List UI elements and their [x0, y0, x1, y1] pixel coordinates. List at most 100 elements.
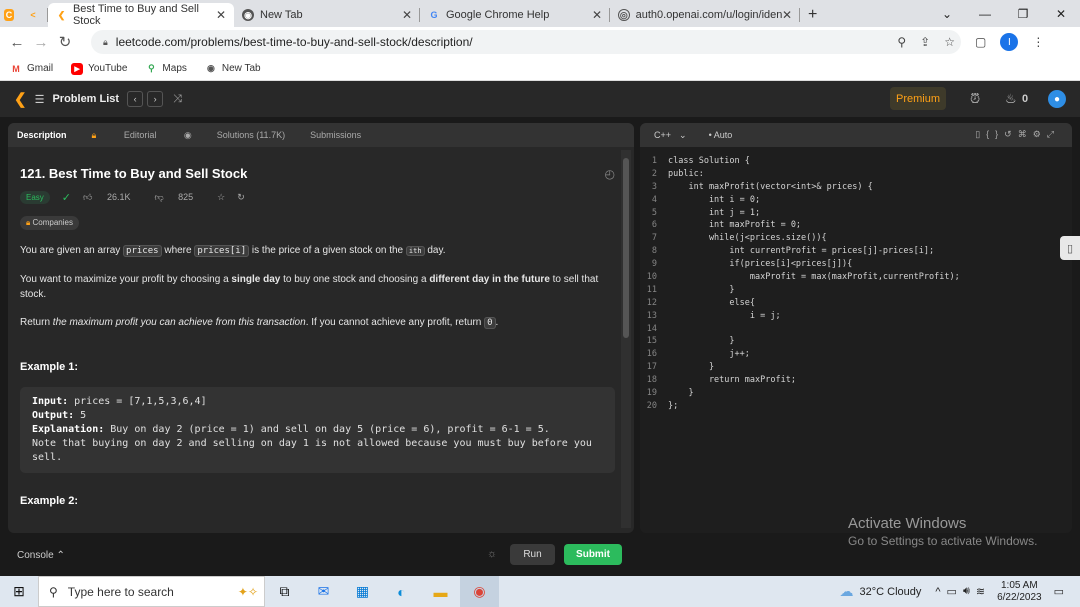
problem-list-link[interactable]: Problem List [52, 93, 119, 105]
code-line[interactable]: 17 } [640, 361, 1072, 374]
bookmark-icon[interactable]: ▯ [975, 129, 986, 139]
share-icon[interactable]: ↻ [237, 192, 245, 203]
minimize-icon[interactable]: — [966, 7, 1004, 21]
tab-new-tab[interactable]: ◉ New Tab ✕ [234, 3, 420, 27]
mail-icon[interactable]: ✉ [304, 583, 343, 600]
code-line[interactable]: 6 int maxProfit = 0; [640, 219, 1072, 232]
timer-icon[interactable]: ◴ [605, 167, 615, 181]
store-icon[interactable]: ▦ [343, 583, 382, 600]
tab-search-icon[interactable]: ⌄ [928, 7, 966, 21]
bookmark-youtube[interactable]: ▶ YouTube [71, 62, 127, 75]
restore-icon[interactable]: ❐ [1004, 7, 1042, 21]
code-line[interactable]: 10 maxProfit = max(maxProfit,currentProf… [640, 271, 1072, 284]
scroll-thumb[interactable] [623, 158, 629, 338]
code-line[interactable]: 8 int currentProfit = prices[j]-prices[i… [640, 245, 1072, 258]
back-icon[interactable]: ← [5, 34, 29, 51]
tab-description[interactable]: Description [17, 130, 67, 140]
user-avatar[interactable]: ● [1048, 90, 1066, 108]
edge-icon[interactable]: ◐ [382, 584, 421, 600]
run-button[interactable]: Run [510, 544, 555, 565]
code-line[interactable]: 13 i = j; [640, 310, 1072, 323]
windows-start-icon[interactable]: ⊞ [0, 583, 38, 600]
wifi-icon[interactable]: ≋ [976, 585, 985, 598]
console-toggle[interactable]: Console ⌃ [17, 550, 65, 561]
submit-button[interactable]: Submit [564, 544, 622, 565]
weather-text[interactable]: 32°C Cloudy [859, 586, 921, 598]
close-window-icon[interactable]: ✕ [1042, 7, 1080, 21]
code-line[interactable]: 20}; [640, 400, 1072, 413]
code-line[interactable]: 18 return maxProfit; [640, 374, 1072, 387]
code-line[interactable]: 2 public: [640, 168, 1072, 181]
code-line[interactable]: 9 if(prices[i]<prices[j]){ [640, 258, 1072, 271]
cloud-icon[interactable]: ☼ [487, 548, 497, 560]
close-icon[interactable]: ✕ [782, 8, 792, 22]
profile-avatar[interactable]: I [1000, 33, 1019, 51]
code-text: return maxProfit; [668, 375, 796, 386]
url-field[interactable]: 🔒︎ leetcode.com/problems/best-time-to-bu… [91, 30, 961, 54]
reset-icon[interactable]: ↺ [1004, 129, 1018, 139]
tab-chrome-help[interactable]: G Google Chrome Help ✕ [420, 3, 610, 27]
code-line[interactable]: 11 } [640, 284, 1072, 297]
code-editor[interactable]: 1 class Solution {2 public: 3 int maxProfit… [640, 155, 1072, 413]
code-line[interactable]: 3 int maxProfit(vector<int>& prices) { [640, 181, 1072, 194]
language-select[interactable]: C++ [654, 130, 671, 140]
file-side-button[interactable]: ▯ [1060, 236, 1080, 260]
battery-icon[interactable]: ▭ [947, 585, 957, 598]
file-explorer-icon[interactable]: ▬ [421, 584, 460, 600]
shortcut-icon[interactable]: ⌘ [1018, 129, 1033, 139]
code-line[interactable]: 12 else{ [640, 297, 1072, 310]
tab-back-pinned[interactable]: < [24, 3, 48, 27]
shuffle-icon[interactable]: ⤨ [173, 93, 182, 106]
chevron-up-icon[interactable]: ^ [935, 586, 940, 598]
zoom-icon[interactable]: ⚲ [897, 35, 906, 49]
code-line[interactable]: 4 int i = 0; [640, 194, 1072, 207]
taskbar-search[interactable]: ⚲ Type here to search ✦✧ [38, 576, 265, 607]
star-icon[interactable]: ☆ [944, 35, 955, 49]
forward-icon[interactable]: → [29, 34, 53, 51]
notifications-icon[interactable]: ▭ [1054, 585, 1064, 598]
dislike-button[interactable]: 👎︎ 825 [154, 192, 205, 203]
clock[interactable]: 1:05 AM 6/22/2023 [997, 580, 1042, 604]
code-line[interactable]: 16 j++; [640, 348, 1072, 361]
settings-icon[interactable]: ⚙ [1033, 129, 1047, 139]
close-icon[interactable]: ✕ [402, 8, 412, 22]
code-line[interactable]: 15 } [640, 335, 1072, 348]
share-icon[interactable]: ⇪ [920, 35, 930, 49]
volume-icon[interactable]: 🔊︎ [963, 585, 970, 598]
auto-mode[interactable]: • Auto [709, 130, 733, 140]
braces-icon[interactable]: {} [986, 129, 1004, 139]
tab-solutions[interactable]: Solutions (11.7K) [217, 130, 285, 140]
tab-submissions[interactable]: Submissions [310, 130, 361, 140]
task-view-icon[interactable]: ⧉ [265, 583, 304, 600]
premium-button[interactable]: Premium [890, 87, 946, 110]
tab-auth0[interactable]: ◎ auth0.openai.com/u/login/identi ✕ [610, 3, 800, 27]
code-line[interactable]: 14 [640, 323, 1072, 336]
code-line[interactable]: 19 } [640, 387, 1072, 400]
like-button[interactable]: 👍︎ 26.1K [83, 192, 142, 203]
bookmark-new-tab[interactable]: ◉ New Tab [205, 63, 261, 75]
close-icon[interactable]: ✕ [592, 8, 602, 22]
chrome-taskbar-icon[interactable]: ◉ [460, 576, 499, 607]
close-icon[interactable]: ✕ [216, 8, 226, 22]
scrollbar[interactable] [621, 150, 631, 528]
companies-tag[interactable]: 🔒︎ Companies [20, 216, 79, 230]
code-line[interactable]: 7 while(j<prices.size()){ [640, 232, 1072, 245]
tab-editorial[interactable]: 🔒︎ Editorial ◉ [92, 130, 192, 141]
bookmark-maps[interactable]: ⚲ Maps [145, 63, 187, 75]
star-icon[interactable]: ☆ [217, 192, 225, 203]
tab-leetcode-pinned[interactable]: C [0, 3, 24, 27]
menu-icon[interactable]: ⋮ [1032, 35, 1044, 49]
reload-icon[interactable]: ↻ [53, 33, 77, 51]
next-problem-button[interactable]: › [147, 91, 164, 107]
side-panel-icon[interactable]: ▢ [975, 35, 986, 49]
code-line[interactable]: 5 int j = 1; [640, 207, 1072, 220]
bookmark-gmail[interactable]: M Gmail [10, 63, 53, 75]
code-line[interactable]: 1 class Solution { [640, 155, 1072, 168]
tab-best-time-stock[interactable]: ❮ Best Time to Buy and Sell Stock ✕ [48, 3, 234, 27]
prev-problem-button[interactable]: ‹ [127, 91, 144, 107]
streak-fire-icon[interactable]: ♨ [1005, 91, 1017, 107]
alarm-icon[interactable]: ⏰︎ [970, 91, 980, 107]
new-tab-button[interactable]: + [800, 3, 830, 27]
leetcode-logo[interactable]: ❮ [14, 90, 27, 108]
expand-icon[interactable]: ⤢ [1047, 129, 1060, 139]
